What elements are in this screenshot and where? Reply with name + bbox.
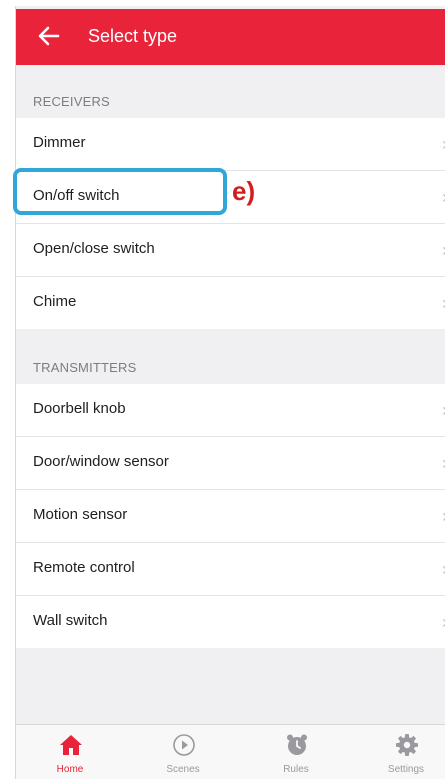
transmitters-list: Doorbell knob › Door/window sensor › Mot… bbox=[16, 384, 445, 648]
tab-label: Rules bbox=[283, 764, 309, 775]
annotation-label: e) bbox=[232, 176, 256, 206]
list-item-label: On/off switch bbox=[33, 187, 120, 204]
list-item-on-off-switch[interactable]: On/off switch › bbox=[16, 171, 445, 224]
list-item-label: Doorbell knob bbox=[33, 400, 126, 417]
home-icon bbox=[60, 735, 82, 755]
list-item-motion-sensor[interactable]: Motion sensor › bbox=[16, 490, 445, 543]
list-item-chime[interactable]: Chime › bbox=[16, 277, 445, 329]
list-item-door-window-sensor[interactable]: Door/window sensor › bbox=[16, 437, 445, 490]
alarm-clock-icon bbox=[287, 734, 307, 755]
tab-label: Scenes bbox=[166, 764, 200, 775]
list-item-doorbell-knob[interactable]: Doorbell knob › bbox=[16, 384, 445, 437]
tab-label: Settings bbox=[387, 764, 425, 775]
list-item-label: Door/window sensor bbox=[33, 453, 169, 470]
gear-icon bbox=[396, 734, 418, 756]
tab-settings[interactable]: Settings bbox=[366, 725, 445, 779]
tab-rules[interactable]: Rules bbox=[256, 725, 336, 779]
list-item-wall-switch[interactable]: Wall switch › bbox=[16, 596, 445, 648]
section-header-transmitters: TRANSMITTERS bbox=[33, 360, 137, 375]
receivers-list: Dimmer › On/off switch › Open/close swit… bbox=[16, 118, 445, 329]
list-item-label: Motion sensor bbox=[33, 506, 128, 523]
tab-home[interactable]: Home bbox=[30, 725, 110, 779]
play-circle-icon bbox=[173, 734, 195, 756]
list-item-label: Chime bbox=[33, 293, 77, 310]
arrow-left-icon[interactable] bbox=[36, 23, 62, 49]
list-item-remote-control[interactable]: Remote control › bbox=[16, 543, 445, 596]
list-item-open-close-switch[interactable]: Open/close switch › bbox=[16, 224, 445, 277]
list-item-dimmer[interactable]: Dimmer › bbox=[16, 118, 445, 171]
tab-label: Home bbox=[56, 764, 84, 775]
app-frame: Select type RECEIVERS Dimmer › On/off sw… bbox=[15, 6, 445, 779]
list-item-label: Remote control bbox=[33, 559, 135, 576]
tab-scenes[interactable]: Scenes bbox=[143, 725, 223, 779]
section-header-receivers: RECEIVERS bbox=[33, 94, 110, 109]
bottom-tab-bar: Home Scenes Rules Settings bbox=[16, 724, 445, 779]
list-item-label: Dimmer bbox=[33, 134, 86, 151]
page-title: Select type bbox=[88, 26, 178, 46]
header-bar: Select type bbox=[16, 9, 445, 65]
list-item-label: Open/close switch bbox=[33, 240, 155, 257]
list-item-label: Wall switch bbox=[33, 612, 108, 629]
